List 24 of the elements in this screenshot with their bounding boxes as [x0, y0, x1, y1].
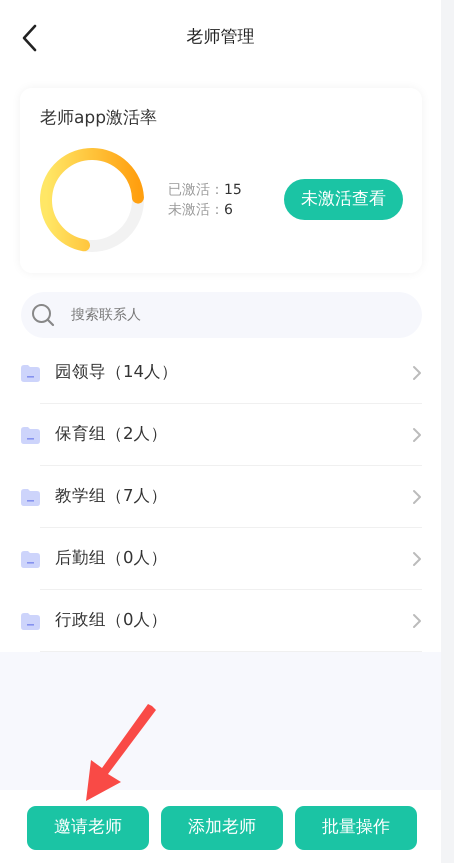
page-title: 老师管理	[186, 26, 254, 50]
chevron-icon	[412, 550, 422, 566]
folder-icon	[21, 364, 40, 382]
search-icon	[31, 303, 55, 327]
chevron-icon	[412, 426, 422, 442]
card-title: 老师app激活率	[40, 107, 158, 130]
group-item[interactable]: 教学组（7人）	[55, 466, 412, 528]
chevron-icon	[412, 612, 422, 628]
search-field[interactable]: 搜索联系人	[21, 292, 422, 338]
group-item[interactable]: 行政组（0人）	[55, 590, 412, 652]
stat-value: 6	[224, 200, 233, 220]
folder-icon	[21, 612, 40, 630]
stat-value: 15	[224, 180, 242, 200]
search-input[interactable]: 搜索联系人	[69, 304, 422, 326]
group-item[interactable]: 后勤组（0人）	[55, 528, 412, 590]
stat-label: 未激活：	[168, 200, 224, 220]
folder-icon	[21, 426, 40, 444]
group-item[interactable]: 保育组（2人）	[55, 404, 412, 466]
stat-label: 已激活：	[168, 180, 224, 200]
chevron-icon	[412, 488, 422, 504]
folder-icon	[21, 550, 40, 568]
group-item[interactable]: 园领导（14人）	[55, 342, 412, 404]
chevron-icon	[412, 364, 422, 380]
folder-icon	[21, 488, 40, 506]
